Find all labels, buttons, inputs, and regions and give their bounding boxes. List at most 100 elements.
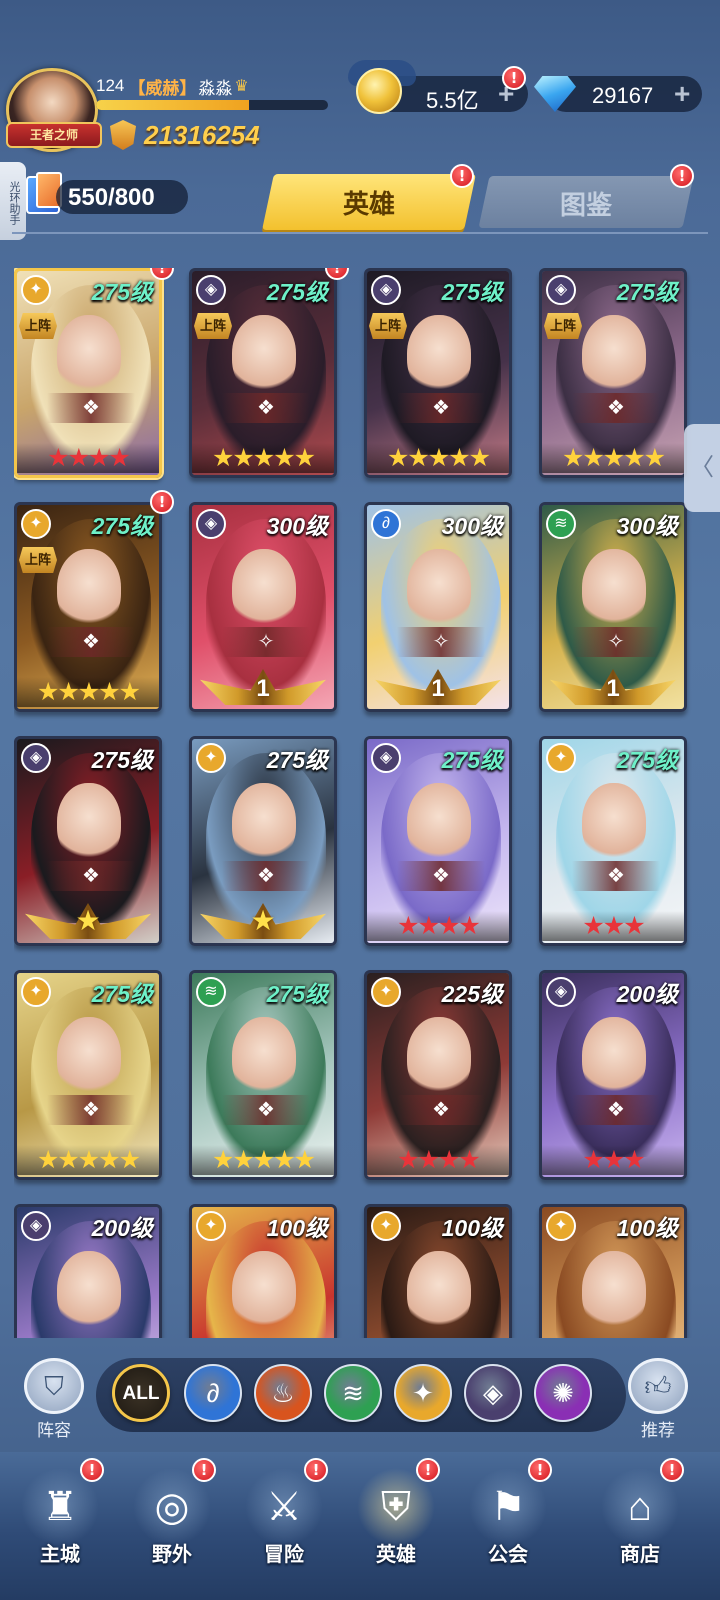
filter-wind-button[interactable]: ≋ (324, 1364, 382, 1422)
hero-level: 275级 (441, 747, 503, 773)
nav-banner[interactable]: ⚑ 公会 (458, 1468, 558, 1567)
hero-card[interactable]: ✦ 275级 上阵 ❖ ★★★★★ (14, 502, 162, 712)
rank-emblem-icon: ❖ (222, 1095, 310, 1125)
filter-light-button[interactable]: ✦ (394, 1364, 452, 1422)
hero-card[interactable]: ✦ 275级 ❖ ★ (189, 736, 337, 946)
rank-emblem-icon: ❖ (397, 393, 485, 423)
hero-face (232, 315, 296, 395)
on-team-tag: 上阵 (19, 313, 57, 339)
awaken-star-icon: ★ (75, 904, 101, 937)
combat-power: 21316254 (144, 120, 260, 150)
dark-faction-icon: ◈ (196, 509, 226, 539)
recommend-label: 推荐 (641, 1421, 675, 1440)
hero-card[interactable]: ∂ 300级 ✧ 1 (364, 502, 512, 712)
hero-card[interactable]: ✦ 100级 (189, 1204, 337, 1338)
guild-tag: 【威赫】 (128, 78, 197, 98)
nav-label: 主城 (40, 1544, 80, 1566)
wind-faction-icon: ≋ (546, 509, 576, 539)
nav-alert-badge: ! (528, 1458, 552, 1482)
hero-card[interactable]: ✦ 275级 ❖ ★★★ (539, 736, 687, 946)
nav-shop[interactable]: ⌂ 商店 (590, 1468, 690, 1567)
star-rating: ★★★★ (367, 1145, 509, 1175)
wind-faction-icon: ≋ (196, 977, 226, 1007)
hero-face (407, 1017, 471, 1097)
hero-level: 100级 (616, 1215, 678, 1241)
assistant-side-tab[interactable]: 光环助手 (0, 162, 26, 240)
nav-castle[interactable]: ♜ 主城 (10, 1468, 110, 1567)
light-faction-icon: ✦ (371, 977, 401, 1007)
hero-card[interactable]: ◈ 200级 ❖ ★★★ (539, 970, 687, 1180)
dark-faction-icon: ◈ (546, 275, 576, 305)
hero-level: 200级 (616, 981, 678, 1007)
light-faction-icon: ✦ (21, 275, 51, 305)
filter-fire-button[interactable]: ♨ (254, 1364, 312, 1422)
hero-face (232, 783, 296, 863)
nav-alert-badge: ! (192, 1458, 216, 1482)
rank-emblem-icon: ❖ (47, 627, 135, 657)
hero-level: 300级 (266, 513, 328, 539)
dark-faction-icon: ◈ (483, 1378, 503, 1408)
hero-level: 275级 (91, 513, 153, 539)
hero-card[interactable]: ✦ 100级 (539, 1204, 687, 1338)
hero-card[interactable]: ✦ 275级 上阵 ❖ ★★★★ (14, 268, 162, 478)
hero-level: 100级 (266, 1215, 328, 1241)
hero-card[interactable]: ◈ 275级 ❖ ★ (14, 736, 162, 946)
nav-label: 商店 (620, 1544, 660, 1566)
rank-emblem-icon: ❖ (222, 393, 310, 423)
crown-icon: ♛ (234, 78, 249, 95)
hero-card[interactable]: ◈ 275级 ❖ ★★★★ (364, 736, 512, 946)
hero-level: 275级 (266, 279, 328, 305)
hero-grid: ✦ 275级 上阵 ❖ ★★★★! ◈ 275级 上阵 ❖ ★★★★★! ◈ 275级 上阵 ❖ ★★★★★… (14, 268, 694, 1338)
nav-alert-badge: ! (416, 1458, 440, 1482)
dark-faction-icon: ◈ (546, 977, 576, 1007)
side-panel-toggle[interactable]: 〈 (684, 424, 720, 512)
star-rating: ★★★★ (17, 443, 159, 473)
rank-emblem-icon: ❖ (572, 1095, 660, 1125)
filter-all-button[interactable]: ALL (112, 1364, 170, 1422)
filter-water-button[interactable]: ∂ (184, 1364, 242, 1422)
nav-helmet[interactable]: ⛨ 英雄 (346, 1468, 446, 1567)
hero-level: 275级 (91, 981, 153, 1007)
hero-alert-badge: ! (150, 490, 174, 514)
hero-level: 275级 (441, 279, 503, 305)
nav-trident[interactable]: ⚔ 冒险 (234, 1468, 334, 1567)
hero-card[interactable]: ◈ 200级 (14, 1204, 162, 1338)
hero-level: 300级 (616, 513, 678, 539)
hero-card[interactable]: ✦ 275级 ❖ ★★★★★ (14, 970, 162, 1180)
hero-face (57, 783, 121, 863)
hero-face (57, 1017, 121, 1097)
hero-card[interactable]: ◈ 300级 ✧ 1 (189, 502, 337, 712)
on-team-tag: 上阵 (544, 313, 582, 339)
rank-emblem-icon: ✧ (222, 627, 310, 657)
hero-card[interactable]: ◈ 275级 上阵 ❖ ★★★★★ (364, 268, 512, 478)
hero-card[interactable]: ◈ 275级 上阵 ❖ ★★★★★ (539, 268, 687, 478)
recommend-button[interactable]: 👍︎ 推荐 (626, 1358, 690, 1441)
filter-arcane-button[interactable]: ✺ (534, 1364, 592, 1422)
lineup-button[interactable]: ⛉ 阵容 (22, 1358, 86, 1441)
filter-dark-button[interactable]: ◈ (464, 1364, 522, 1422)
star-rating: ★★★ (542, 911, 684, 941)
dark-faction-icon: ◈ (371, 743, 401, 773)
wind-faction-icon: ≋ (342, 1378, 364, 1408)
hero-face (407, 549, 471, 629)
hero-card[interactable]: ◈ 275级 上阵 ❖ ★★★★★ (189, 268, 337, 478)
hero-face (582, 1251, 646, 1331)
awaken-level: 1 (431, 675, 445, 702)
nav-portal[interactable]: ◎ 野外 (122, 1468, 222, 1567)
hero-card[interactable]: ✦ 225级 ❖ ★★★★ (364, 970, 512, 1180)
light-faction-icon: ✦ (196, 743, 226, 773)
title-badge: 王者之师 (6, 122, 102, 148)
hero-face (57, 549, 121, 629)
hero-count: 550/800 (68, 184, 155, 211)
rank-emblem-icon: ❖ (397, 861, 485, 891)
rank-emblem-icon: ✧ (397, 627, 485, 657)
hero-card[interactable]: ✦ 100级 (364, 1204, 512, 1338)
power-shield-icon (110, 120, 136, 150)
add-diamond-button[interactable]: + (674, 80, 690, 108)
tab-codex-label: 图鉴 (559, 190, 612, 220)
star-rating: ★★★★★ (192, 443, 334, 473)
hero-card[interactable]: ≋ 300级 ✧ 1 (539, 502, 687, 712)
hero-card[interactable]: ≋ 275级 ❖ ★★★★★ (189, 970, 337, 1180)
hero-level: 275级 (91, 747, 153, 773)
light-faction-icon: ✦ (546, 743, 576, 773)
